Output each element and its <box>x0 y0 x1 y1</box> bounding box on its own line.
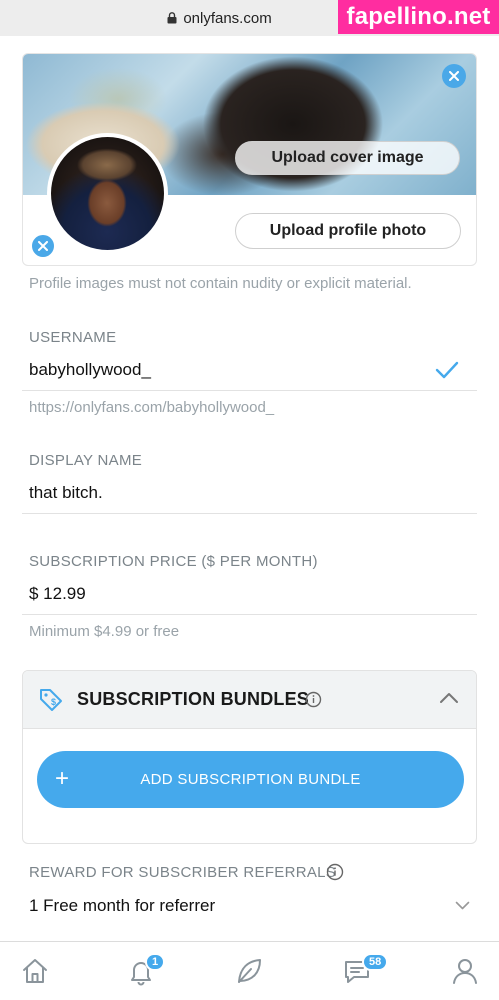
bottom-navigation: 1 58 <box>0 941 499 1000</box>
info-icon[interactable] <box>305 691 322 708</box>
add-subscription-bundle-button[interactable]: + ADD SUBSCRIPTION BUNDLE <box>37 751 464 808</box>
check-icon <box>435 361 459 379</box>
chevron-down-icon[interactable] <box>455 901 470 910</box>
username-field[interactable]: babyhollywood_ <box>29 360 151 380</box>
messages-badge: 58 <box>362 953 389 971</box>
username-label: USERNAME <box>29 329 117 346</box>
upload-cover-button[interactable]: Upload cover image <box>235 141 460 175</box>
referral-select[interactable]: 1 Free month for referrer <box>29 896 215 916</box>
leaf-icon[interactable] <box>234 956 264 986</box>
upload-profile-button[interactable]: Upload profile photo <box>235 213 461 249</box>
display-name-label: DISPLAY NAME <box>29 452 143 469</box>
subscription-bundles-panel: $ SUBSCRIPTION BUNDLES + ADD SUBSCRIPTIO… <box>22 670 477 844</box>
subscription-bundles-title: SUBSCRIPTION BUNDLES <box>77 689 310 709</box>
avatar-image <box>51 137 164 250</box>
home-icon[interactable] <box>20 956 50 986</box>
notifications-badge: 1 <box>145 953 166 971</box>
subscription-bundles-header[interactable]: $ SUBSCRIPTION BUNDLES <box>23 671 476 729</box>
subscription-price-hint: Minimum $4.99 or free <box>29 623 180 640</box>
add-subscription-bundle-label: ADD SUBSCRIPTION BUNDLE <box>140 771 361 788</box>
profile-icon[interactable] <box>450 956 480 986</box>
info-icon[interactable] <box>326 863 344 881</box>
close-icon <box>38 241 48 251</box>
remove-avatar-button[interactable] <box>30 233 56 259</box>
remove-cover-button[interactable] <box>442 64 466 88</box>
divider <box>22 614 477 615</box>
close-icon <box>449 71 459 81</box>
display-name-field[interactable]: that bitch. <box>29 483 103 503</box>
watermark: fapellino.net <box>338 0 499 34</box>
avatar[interactable] <box>47 133 168 254</box>
svg-text:$: $ <box>51 697 56 707</box>
plus-icon: + <box>55 765 70 792</box>
subscription-price-field[interactable]: $ 12.99 <box>29 584 86 604</box>
subscription-price-label: SUBSCRIPTION PRICE ($ PER MONTH) <box>29 553 318 570</box>
image-policy-hint: Profile images must not contain nudity o… <box>29 275 412 292</box>
profile-url: https://onlyfans.com/babyhollywood_ <box>29 399 275 416</box>
divider <box>22 390 477 391</box>
price-tag-icon: $ <box>40 689 62 711</box>
divider <box>22 513 477 514</box>
chevron-up-icon[interactable] <box>439 692 459 704</box>
lock-icon <box>167 12 177 24</box>
url-text: onlyfans.com <box>183 9 272 27</box>
referral-label: REWARD FOR SUBSCRIBER REFERRALS <box>29 864 337 881</box>
